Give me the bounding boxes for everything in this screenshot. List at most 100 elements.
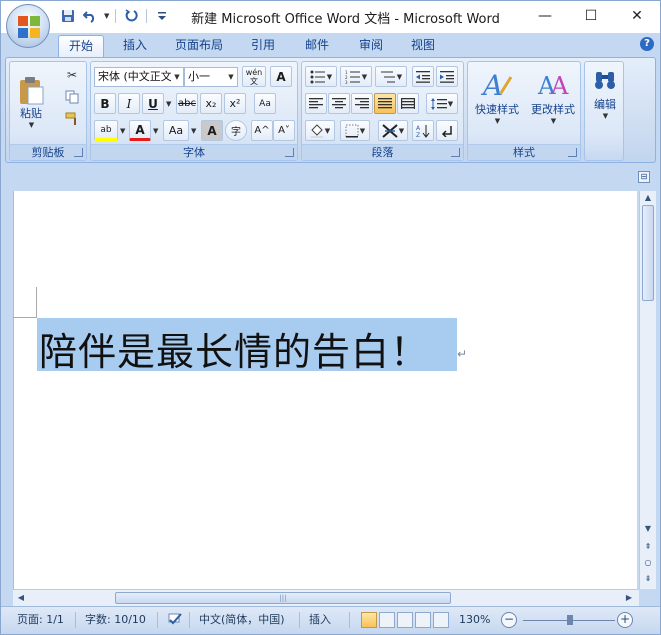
outline-view-icon[interactable] xyxy=(415,612,431,628)
editing-label: 编辑 xyxy=(594,98,616,111)
decrease-indent-button[interactable] xyxy=(412,66,434,87)
font-color-button[interactable]: A xyxy=(129,120,151,141)
zoom-out-icon[interactable]: − xyxy=(501,612,517,628)
document-page[interactable] xyxy=(13,191,637,589)
next-page-icon[interactable]: ⇟ xyxy=(642,573,654,585)
highlight-dropdown-icon[interactable]: ▼ xyxy=(120,127,125,135)
editing-button[interactable]: 编辑 ▼ xyxy=(587,65,623,139)
distributed-align-button[interactable] xyxy=(397,93,419,114)
font-size-dropdown-icon[interactable]: ▼ xyxy=(225,68,237,86)
superscript-button[interactable]: x² xyxy=(224,93,246,114)
close-button[interactable]: ✕ xyxy=(614,1,660,31)
multilevel-list-button[interactable]: ▼ xyxy=(375,66,407,87)
show-marks-button[interactable] xyxy=(436,120,458,141)
justify-button[interactable] xyxy=(374,93,396,114)
tab-references[interactable]: 引用 xyxy=(241,35,285,57)
insert-mode-indicator[interactable]: 插入 xyxy=(309,611,331,629)
shading-button[interactable]: ▼ xyxy=(305,120,335,141)
paste-label: 粘贴 xyxy=(20,107,42,120)
font-name-combo[interactable]: 宋体 (中文正文) ▼ xyxy=(94,67,184,87)
full-screen-reading-view-icon[interactable] xyxy=(379,612,395,628)
vertical-scroll-thumb[interactable] xyxy=(642,205,654,301)
previous-page-icon[interactable]: ⇞ xyxy=(642,541,654,553)
strikethrough-button[interactable]: abc xyxy=(176,93,198,114)
horizontal-scroll-thumb[interactable]: ||| xyxy=(115,592,451,604)
copy-icon[interactable] xyxy=(62,88,82,106)
underline-button[interactable]: U xyxy=(142,93,164,114)
horizontal-scrollbar[interactable]: ◀ ||| ▶ xyxy=(13,589,639,606)
word-count[interactable]: 字数: 10/10 xyxy=(85,611,146,629)
ribbon: 粘贴 ▼ ✂ 剪贴板 宋体 (中文正文) ▼ 小一 ▼ wén 文 A B I … xyxy=(5,57,656,163)
bullets-button[interactable]: ▼ xyxy=(305,66,337,87)
font-name-dropdown-icon[interactable]: ▼ xyxy=(171,68,183,86)
change-styles-icon: AA xyxy=(537,72,569,99)
zoom-in-icon[interactable]: + xyxy=(617,612,633,628)
sort-button[interactable]: AZ xyxy=(412,120,434,141)
document-text[interactable]: 陪伴是最长情的告白！ xyxy=(39,321,429,376)
align-left-button[interactable] xyxy=(305,93,327,114)
line-spacing-button[interactable]: ▼ xyxy=(426,93,458,114)
clear-formatting-button[interactable]: Aa xyxy=(254,93,276,114)
maximize-button[interactable]: ☐ xyxy=(568,1,614,31)
format-painter-icon[interactable] xyxy=(62,110,82,128)
tab-mailings[interactable]: 邮件 xyxy=(295,35,339,57)
change-case-button[interactable]: Aa xyxy=(163,120,189,141)
align-center-button[interactable] xyxy=(328,93,350,114)
subscript-button[interactable]: x₂ xyxy=(200,93,222,114)
font-launcher-icon[interactable] xyxy=(285,148,294,157)
increase-indent-button[interactable] xyxy=(436,66,458,87)
tab-review[interactable]: 审阅 xyxy=(349,35,393,57)
clipboard-launcher-icon[interactable] xyxy=(74,148,83,157)
zoom-level[interactable]: 130% xyxy=(459,611,490,629)
cut-icon[interactable]: ✂ xyxy=(62,66,82,84)
change-styles-button[interactable]: AA 更改样式 ▼ xyxy=(526,65,580,139)
chinese-layout-icon xyxy=(382,123,398,138)
vertical-scrollbar[interactable]: ▲ ▼ ⇞ ○ ⇟ xyxy=(639,191,656,589)
character-border-button[interactable]: A xyxy=(270,66,292,87)
italic-button[interactable]: I xyxy=(118,93,140,114)
character-shading-button[interactable]: A xyxy=(201,120,223,141)
chinese-layout-button[interactable]: ▼ xyxy=(378,120,408,141)
minimize-button[interactable]: — xyxy=(522,1,568,31)
align-right-button[interactable] xyxy=(351,93,373,114)
tab-home[interactable]: 开始 xyxy=(58,35,105,57)
font-group: 宋体 (中文正文) ▼ 小一 ▼ wén 文 A B I U ▼ abc x₂ … xyxy=(90,61,298,161)
styles-launcher-icon[interactable] xyxy=(568,148,577,157)
quick-styles-button[interactable]: A 快速样式 ▼ xyxy=(470,65,524,139)
borders-button[interactable]: ▼ xyxy=(340,120,370,141)
select-browse-object-icon[interactable]: ○ xyxy=(642,557,654,569)
help-icon[interactable]: ? xyxy=(640,37,654,51)
scroll-up-arrow-icon[interactable]: ▲ xyxy=(642,192,654,204)
underline-dropdown-icon[interactable]: ▼ xyxy=(166,100,171,108)
language-indicator[interactable]: 中文(简体，中国) xyxy=(199,611,285,629)
change-case-dropdown-icon[interactable]: ▼ xyxy=(191,127,196,135)
proofing-icon[interactable] xyxy=(167,611,183,629)
office-button[interactable] xyxy=(6,4,50,48)
enclose-characters-button[interactable]: 字 xyxy=(225,120,247,141)
grow-font-button[interactable]: A^ xyxy=(251,120,273,141)
paragraph-mark-icon: ↵ xyxy=(457,347,468,361)
change-styles-label: 更改样式 xyxy=(531,103,575,116)
shrink-font-button[interactable]: A˅ xyxy=(273,120,295,141)
print-layout-view-icon[interactable] xyxy=(361,612,377,628)
bold-button[interactable]: B xyxy=(94,93,116,114)
phonetic-guide-button[interactable]: wén 文 xyxy=(242,66,266,87)
font-color-dropdown-icon[interactable]: ▼ xyxy=(153,127,158,135)
tab-view[interactable]: 视图 xyxy=(401,35,445,57)
tab-page-layout[interactable]: 页面布局 xyxy=(165,35,233,57)
scroll-down-arrow-icon[interactable]: ▼ xyxy=(642,523,654,535)
numbering-button[interactable]: 123 ▼ xyxy=(340,66,372,87)
distributed-align-icon xyxy=(401,98,415,109)
paragraph-launcher-icon[interactable] xyxy=(451,148,460,157)
highlight-button[interactable]: ab xyxy=(94,120,118,141)
scroll-right-arrow-icon[interactable]: ▶ xyxy=(623,592,635,604)
paste-button[interactable]: 粘贴 ▼ xyxy=(14,66,48,138)
tab-insert[interactable]: 插入 xyxy=(113,35,157,57)
draft-view-icon[interactable] xyxy=(433,612,449,628)
font-size-combo[interactable]: 小一 ▼ xyxy=(184,67,238,87)
zoom-slider-thumb[interactable] xyxy=(567,615,573,625)
web-layout-view-icon[interactable] xyxy=(397,612,413,628)
view-ruler-icon[interactable]: ⊟ xyxy=(638,171,650,183)
page-count[interactable]: 页面: 1/1 xyxy=(17,611,64,629)
scroll-left-arrow-icon[interactable]: ◀ xyxy=(15,592,27,604)
